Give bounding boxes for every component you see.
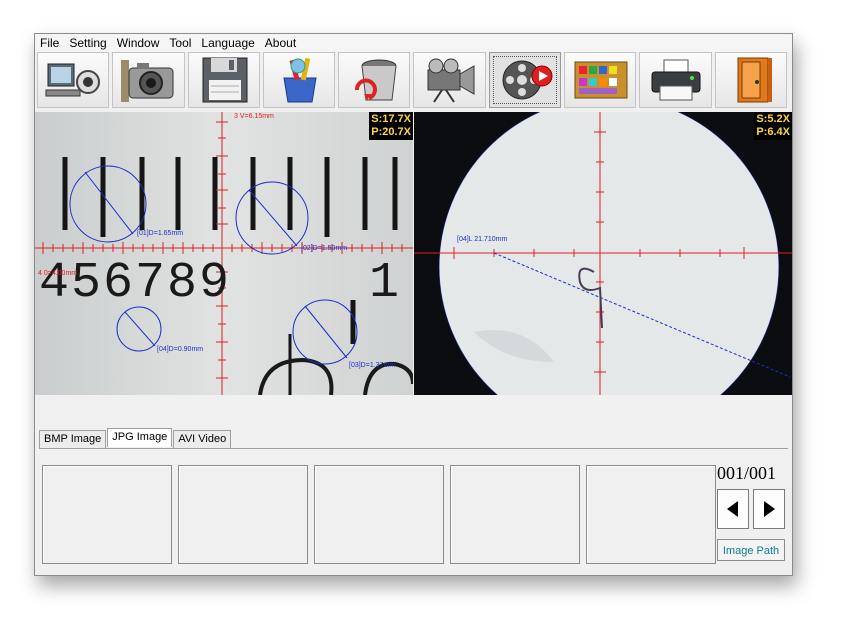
menu-file[interactable]: File (35, 36, 64, 50)
toolbar (37, 52, 790, 110)
thumbnail-slot[interactable] (586, 465, 716, 564)
measure-01-label: [01]D=1.65mm (137, 230, 184, 237)
video-camera-icon (427, 58, 475, 103)
color-settings-button[interactable] (564, 52, 637, 108)
left-pixel: P:20.7X (371, 126, 411, 138)
thumbnail-slot[interactable] (178, 465, 308, 564)
film-reel-record-icon (502, 60, 553, 100)
thumbnail-slot[interactable] (314, 465, 444, 564)
record-playback-button[interactable] (488, 52, 562, 108)
measure-02-label: [02]D=1.50mm (301, 245, 348, 252)
left-zoom-readout: S:17.7X P:20.7X (369, 112, 413, 140)
media-tabs: BMP Image JPG Image AVI Video (39, 428, 232, 449)
right-camera-view[interactable]: S:5.2X P:6.4X [04]L 21.710mm (414, 112, 792, 395)
thumbnail-slot[interactable] (450, 465, 580, 564)
menu-about[interactable]: About (260, 36, 301, 50)
recycle-bin-icon (355, 59, 397, 101)
exit-button[interactable] (714, 52, 787, 108)
left-side-label: 4 0=4.00mm (38, 270, 78, 277)
tab-avi-video[interactable]: AVI Video (173, 430, 232, 449)
color-palette-icon (574, 61, 628, 99)
tab-jpg-image[interactable]: JPG Image (107, 428, 173, 447)
thumbnail-strip (39, 448, 788, 573)
app-window: File Setting Window Tool Language About (34, 33, 793, 576)
next-page-button[interactable] (753, 489, 785, 529)
menu-tool[interactable]: Tool (164, 36, 196, 50)
record-video-button[interactable] (413, 52, 486, 108)
printer-icon (651, 59, 701, 101)
capture-photo-button[interactable] (112, 52, 185, 108)
delete-button[interactable] (338, 52, 411, 108)
right-zoom-readout: S:5.2X P:6.4X (754, 112, 792, 140)
left-scale: S:17.7X (371, 113, 411, 125)
save-button[interactable] (187, 52, 260, 108)
right-measure-04-label: [04]L 21.710mm (457, 236, 508, 243)
ruler-digit-right: 1 (369, 255, 399, 312)
pc-camera-icon (45, 63, 100, 97)
thumbnail-slot[interactable] (42, 465, 172, 564)
measure-04-label: [04]D=0.90mm (157, 346, 204, 353)
menu-bar: File Setting Window Tool Language About (35, 34, 792, 52)
pc-camera-button[interactable] (37, 52, 110, 108)
page-counter: 001/001 (717, 463, 777, 483)
left-view-graphics: 456789 1 (35, 112, 413, 395)
menu-window[interactable]: Window (112, 36, 165, 50)
menu-language[interactable]: Language (196, 36, 259, 50)
floppy-disk-icon (202, 57, 248, 103)
camera-icon (121, 60, 174, 102)
left-top-label: 3 V=6.15mm (234, 113, 274, 120)
exit-door-icon (737, 57, 772, 103)
right-scale: S:5.2X (756, 113, 790, 125)
image-path-button[interactable]: Image Path (717, 539, 785, 561)
print-button[interactable] (639, 52, 712, 108)
left-camera-view[interactable]: 456789 1 S:17.7X P:20.7X 3 V=6.15mm 4 0=… (35, 112, 413, 395)
triangle-right-icon (764, 501, 775, 517)
right-pixel: P:6.4X (756, 126, 790, 138)
right-view-graphics (414, 112, 792, 395)
previous-page-button[interactable] (717, 489, 749, 529)
triangle-left-icon (727, 501, 738, 517)
measure-03-label: [03]D=1.37mm (349, 362, 396, 369)
edit-tools-button[interactable] (262, 52, 336, 108)
tab-bmp-image[interactable]: BMP Image (39, 430, 107, 449)
menu-setting[interactable]: Setting (64, 36, 111, 50)
ruler-digits: 456789 (39, 255, 231, 312)
paint-tools-icon (283, 57, 317, 103)
